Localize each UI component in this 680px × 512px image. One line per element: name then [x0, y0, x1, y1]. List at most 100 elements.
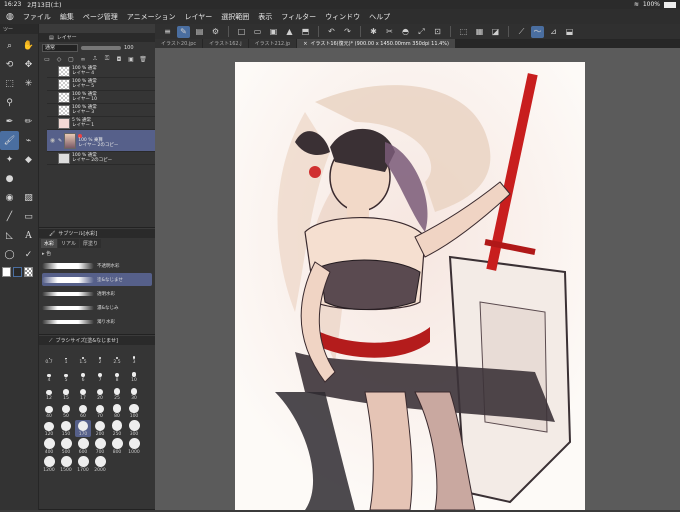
menu-layer[interactable]: レイヤー [184, 12, 212, 22]
ruler-icon[interactable]: ◺ [0, 226, 19, 245]
brush-size-option[interactable]: 120 [41, 420, 57, 437]
perspective-icon[interactable]: ⊿ [547, 26, 560, 38]
brush-size-option[interactable]: 1200 [41, 456, 57, 473]
brush-item[interactable]: 不透明水彩 [42, 259, 152, 272]
layers-toggle-icon[interactable]: ▤ [193, 26, 206, 38]
decoration-icon[interactable]: ✦ [0, 150, 19, 169]
brush-size-option[interactable]: 5 [58, 366, 74, 383]
gradient-icon[interactable]: ▨ [19, 188, 38, 207]
brush-size-option[interactable]: 60 [75, 402, 91, 419]
zoom-icon[interactable]: ⌕ [0, 36, 19, 55]
rotate-icon[interactable]: ⟲ [0, 55, 19, 74]
magic-wand-icon[interactable]: ✳ [19, 74, 38, 93]
brush-size-option[interactable]: 100 [126, 402, 142, 419]
tab-document[interactable]: イラスト212.jp [248, 39, 297, 48]
lock-icon[interactable]: ⚿ [102, 55, 112, 64]
brush-size-option[interactable]: 80 [109, 402, 125, 419]
new-folder-icon[interactable]: ▢ [66, 55, 76, 64]
layer-row[interactable]: 100 % 通常 レイヤー 4 [47, 65, 155, 78]
layer-settings-icon[interactable]: ⬓ [563, 26, 576, 38]
menu-edit[interactable]: 編集 [60, 12, 74, 22]
brush-size-option[interactable]: 30 [126, 384, 142, 401]
close-icon[interactable]: × [303, 41, 307, 47]
tab-real[interactable]: リアル [58, 239, 79, 248]
layer-row[interactable]: 5 % 通常 レイヤー 1 [47, 117, 155, 130]
open-folder-icon[interactable]: ▭ [251, 26, 264, 38]
menu-animation[interactable]: アニメーション [127, 12, 176, 22]
brush-size-option[interactable]: 500 [58, 438, 74, 455]
fill-bucket-icon[interactable]: ◉ [0, 188, 19, 207]
clip-icon[interactable]: ⎍ [90, 55, 100, 64]
layer-row[interactable]: 100 % 通常 レイヤー 10 [47, 91, 155, 104]
brush-size-option[interactable]: 8 [109, 366, 125, 383]
clear-icon[interactable]: ✱ [367, 26, 380, 38]
brush-size-option[interactable]: 1.5 [75, 348, 91, 365]
airbrush-icon[interactable]: ⌁ [19, 131, 38, 150]
brush-size-option[interactable]: 1500 [58, 456, 74, 473]
save-icon[interactable]: ▣ [267, 26, 280, 38]
select-all-icon[interactable]: ▦ [473, 26, 486, 38]
share-icon[interactable]: ⬒ [299, 26, 312, 38]
layer-row[interactable]: 100 % 通常 レイヤー 3 [47, 104, 155, 117]
ruler-snap-icon[interactable]: ⟋ [515, 26, 528, 38]
new-file-icon[interactable]: □ [235, 26, 248, 38]
menu-filter[interactable]: フィルター [281, 12, 316, 22]
tab-document[interactable]: イラスト20.jpc [155, 39, 203, 48]
canvas-area[interactable] [155, 48, 680, 511]
brush-size-option[interactable]: 700 [92, 438, 108, 455]
brush-size-option[interactable]: 170 [75, 420, 91, 437]
edit-mode-icon[interactable]: ✎ [177, 25, 190, 38]
menu-help[interactable]: ヘルプ [369, 12, 390, 22]
brush-item[interactable]: 濁り水彩 [42, 315, 152, 328]
brush-icon[interactable]: 🖌 [0, 131, 19, 150]
crop-icon[interactable]: ⊡ [431, 26, 444, 38]
brush-size-option[interactable]: 2 [92, 348, 108, 365]
menu-page[interactable]: ページ管理 [83, 12, 118, 22]
layer-row[interactable]: 100 % 通常 レイヤー 5 [47, 78, 155, 91]
figure-icon[interactable]: ╱ [0, 207, 19, 226]
redo-icon[interactable]: ↷ [341, 26, 354, 38]
brush-size-option[interactable]: 12 [41, 384, 57, 401]
eyedropper-icon[interactable]: ⚲ [0, 93, 19, 112]
link-icon[interactable]: ∞ [78, 55, 88, 64]
hamburger-icon[interactable]: ≡ [161, 26, 174, 38]
sub-color-swatch[interactable] [13, 267, 22, 277]
eraser-icon[interactable]: ◆ [19, 150, 38, 169]
undo-icon[interactable]: ↶ [325, 26, 338, 38]
eye-icon[interactable]: ◉ [49, 137, 56, 144]
blend-mode-select[interactable]: 通常 [42, 43, 78, 52]
brush-item-selected[interactable]: 塗&なじませ [42, 273, 152, 286]
tab-thick-paint[interactable]: 厚塗り [79, 239, 101, 248]
layer-row[interactable]: 100 % 通常 レイヤー 2のコピー [47, 152, 155, 165]
layer-row-selected[interactable]: ◉ ✎ 100 % 乗算 レイヤー 2のコピー [47, 130, 155, 152]
brush-size-option[interactable]: 4 [41, 366, 57, 383]
brush-size-option[interactable]: 800 [109, 438, 125, 455]
tab-document-active[interactable]: × イラスト16(復元)* (900.00 x 1450.00mm 350dpi … [297, 39, 455, 48]
export-icon[interactable]: ▲ [283, 26, 296, 38]
brush-size-option[interactable]: 0.7 [41, 348, 57, 365]
app-logo-icon[interactable]: ◍ [6, 12, 14, 22]
correct-line-icon[interactable]: ✓ [19, 245, 38, 264]
brush-size-option[interactable]: 250 [109, 420, 125, 437]
stroke-snap-icon[interactable]: 〜 [531, 25, 544, 38]
brush-size-option[interactable]: 15 [58, 384, 74, 401]
fill-icon[interactable]: ◓ [399, 26, 412, 38]
drawing-paper[interactable] [235, 62, 585, 511]
brush-size-option[interactable]: 50 [58, 402, 74, 419]
hand-icon[interactable]: ✋ [19, 36, 38, 55]
brush-size-option[interactable]: 7 [92, 366, 108, 383]
menu-selection[interactable]: 選択範囲 [221, 12, 249, 22]
brush-size-option[interactable]: 20 [92, 384, 108, 401]
brush-item[interactable]: 透明水彩 [42, 287, 152, 300]
brush-size-option[interactable]: 1000 [126, 438, 142, 455]
menu-window[interactable]: ウィンドウ [325, 12, 360, 22]
brush-size-option[interactable]: 600 [75, 438, 91, 455]
tab-watercolor[interactable]: 水彩 [41, 239, 58, 248]
transparent-color-swatch[interactable] [24, 267, 33, 277]
cut-icon[interactable]: ✂ [383, 26, 396, 38]
tab-document[interactable]: イラスト162.j [203, 39, 248, 48]
brush-size-option[interactable]: 1 [58, 348, 74, 365]
brush-size-option[interactable]: 300 [126, 420, 142, 437]
settings-icon[interactable]: ⚙ [209, 26, 222, 38]
invert-selection-icon[interactable]: ◪ [489, 26, 502, 38]
